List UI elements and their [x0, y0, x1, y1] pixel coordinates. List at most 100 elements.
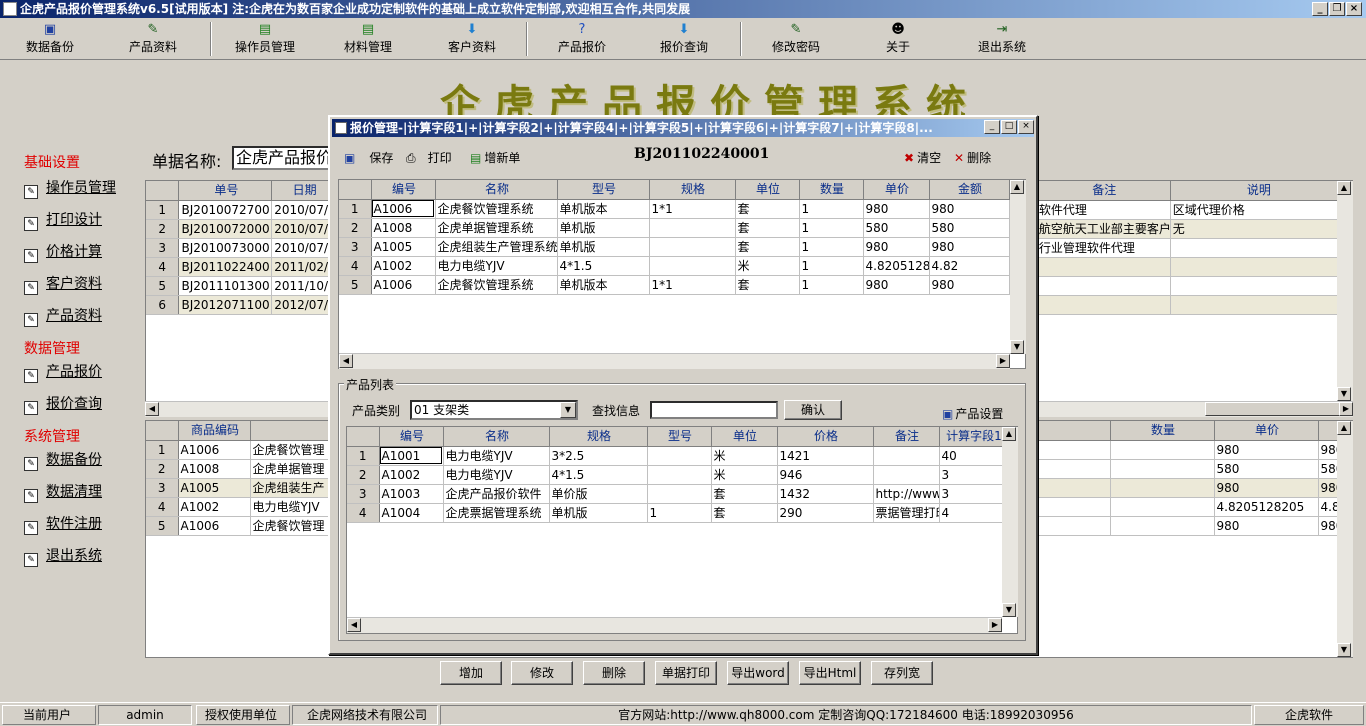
scroll-down-icon[interactable]: ▼ [1337, 643, 1351, 657]
dialog-save-button[interactable]: ▣ 保存 [344, 149, 393, 166]
col-header-date[interactable]: 日期 [271, 181, 337, 201]
toolbar-operator-button[interactable]: ▤ 操作员管理 [230, 20, 300, 58]
confirm-button[interactable]: 确认 [784, 400, 842, 420]
quote-lines-vscroll[interactable]: ▲ ▼ [1010, 180, 1026, 354]
col-header-code[interactable]: 商品编码 [178, 421, 251, 441]
doc-name-input[interactable]: 企虎产品报价 [232, 146, 332, 170]
status-license-label: 授权使用单位 [196, 705, 290, 725]
nav-item-backup[interactable]: ✎ 数据备份 [24, 449, 102, 471]
table-row[interactable]: 5 A1006 企虎餐饮管理系统 单机版本 1*1 套 1 980 980 [339, 275, 1010, 295]
scroll-up-icon[interactable]: ▲ [1337, 181, 1351, 195]
delete-button[interactable]: 删除 [583, 661, 645, 685]
toolbar-separator [526, 22, 528, 56]
dialog-new-button[interactable]: ▤ 增新单 [470, 149, 520, 166]
minimize-button[interactable]: _ [1312, 2, 1328, 16]
toolbar-password-button[interactable]: ✎ 修改密码 [768, 20, 824, 58]
col-header-amount[interactable]: 金额 [929, 180, 1010, 200]
scroll-down-icon[interactable]: ▼ [1010, 340, 1024, 354]
nav-item-print-design[interactable]: ✎ 打印设计 [24, 209, 102, 231]
nav-item-quote-query[interactable]: ✎ 报价查询 [24, 393, 102, 415]
dialog-minimize-button[interactable]: _ [984, 120, 1000, 134]
col-header-code[interactable]: 编号 [379, 427, 444, 447]
toolbar-customer-button[interactable]: ⬇ 客户资料 [444, 20, 500, 58]
table-row[interactable]: 3 A1005 企虎组装生产管理系统 单机版套 1 980 980 [339, 237, 1010, 257]
col-header-qty[interactable]: 数量 [1110, 421, 1215, 441]
dialog-delete-button[interactable]: ✕ 删除 [954, 149, 991, 166]
close-button[interactable]: × [1346, 2, 1362, 16]
print-doc-button[interactable]: 单据打印 [655, 661, 717, 685]
search-input[interactable] [650, 401, 778, 419]
product-settings-button[interactable]: ▣ 产品设置 [942, 405, 1003, 422]
export-word-button[interactable]: 导出word [727, 661, 789, 685]
category-select[interactable]: 01 支架类 ▼ [410, 400, 578, 420]
toolbar-material-button[interactable]: ▤ 材料管理 [340, 20, 396, 58]
col-header-remark[interactable]: 备注 [1036, 181, 1171, 201]
top-grid-vscroll[interactable]: ▲ ▼ [1337, 181, 1353, 401]
col-header-unit[interactable]: 单位 [735, 180, 800, 200]
col-header-desc[interactable]: 说明 [1170, 181, 1347, 201]
scroll-down-icon[interactable]: ▼ [1337, 387, 1351, 401]
nav-item-register[interactable]: ✎ 软件注册 [24, 513, 102, 535]
col-header-spec[interactable]: 规格 [549, 427, 648, 447]
nav-item-exit[interactable]: ✎ 退出系统 [24, 545, 102, 567]
col-header-price[interactable]: 单价 [863, 180, 930, 200]
toolbar-about-button[interactable]: ☻ 关于 [880, 20, 916, 58]
chevron-down-icon[interactable]: ▼ [560, 402, 576, 418]
col-header-code[interactable]: 编号 [371, 180, 436, 200]
dialog-maximize-button[interactable]: □ [1001, 120, 1017, 134]
restore-button[interactable]: ❐ [1329, 2, 1345, 16]
toolbar-exit-button[interactable]: ⇥ 退出系统 [974, 20, 1030, 58]
edit-button[interactable]: 修改 [511, 661, 573, 685]
scroll-right-icon[interactable]: ▶ [988, 618, 1002, 632]
nav-item-operator[interactable]: ✎ 操作员管理 [24, 177, 116, 199]
product-list-hscroll[interactable]: ◀ ▶ [347, 617, 1002, 633]
table-row[interactable]: 3 A1003 企虎产品报价软件 单价版套 1432 http://www. 3 [347, 484, 1008, 504]
toolbar-product-button[interactable]: ✎ 产品资料 [127, 20, 179, 58]
col-header-calc[interactable]: 计算字段1 [939, 427, 1008, 447]
nav-item-quote[interactable]: ✎ 产品报价 [24, 361, 102, 383]
scroll-left-icon[interactable]: ◀ [347, 618, 361, 632]
col-header-name[interactable]: 名称 [443, 427, 550, 447]
toolbar-backup-button[interactable]: ▣ 数据备份 [24, 20, 76, 58]
table-row[interactable]: 4A1004企虎票据管理系统单机版1套290票据管理打印4 [347, 503, 1008, 523]
nav-item-customer[interactable]: ✎ 客户资料 [24, 273, 102, 295]
col-header-model[interactable]: 型号 [647, 427, 712, 447]
table-row[interactable]: 1 A1006 企虎餐饮管理系统 单机版本 1*1 套 1 980 980 [339, 199, 1010, 219]
scroll-left-icon[interactable]: ◀ [339, 354, 353, 368]
bottom-grid-vscroll[interactable]: ▲ ▼ [1337, 421, 1353, 657]
col-header-no[interactable]: 单号 [178, 181, 273, 201]
save-column-width-button[interactable]: 存列宽 [871, 661, 933, 685]
table-row[interactable]: 2 A1008 企虎单据管理系统 单机版套 1 580 580 [339, 218, 1010, 238]
col-header-price[interactable]: 价格 [777, 427, 874, 447]
dialog-print-button[interactable]: ⎙ 打印 [406, 149, 452, 166]
col-header-qty[interactable]: 数量 [799, 180, 864, 200]
scroll-left-icon[interactable]: ◀ [145, 402, 159, 416]
nav-item-price-calc[interactable]: ✎ 价格计算 [24, 241, 102, 263]
scroll-right-icon[interactable]: ▶ [996, 354, 1010, 368]
col-header-price[interactable]: 单价 [1214, 421, 1319, 441]
product-list-vscroll[interactable]: ▲ ▼ [1002, 427, 1018, 617]
scroll-right-icon[interactable]: ▶ [1339, 402, 1353, 416]
table-row[interactable]: 4A1002电力电缆YJV4*1.5米14.820512824.82 [339, 256, 1010, 276]
add-button[interactable]: 增加 [440, 661, 502, 685]
export-html-button[interactable]: 导出Html [799, 661, 861, 685]
nav-item-cleanup[interactable]: ✎ 数据清理 [24, 481, 102, 503]
table-row[interactable]: 2 A1002 电力电缆YJV 4*1.5 米 946 3 [347, 465, 1008, 485]
scroll-up-icon[interactable]: ▲ [1002, 427, 1016, 441]
col-header-model[interactable]: 型号 [557, 180, 650, 200]
col-header-spec[interactable]: 规格 [649, 180, 736, 200]
scroll-up-icon[interactable]: ▲ [1010, 180, 1024, 194]
toolbar-quote-button[interactable]: ? 产品报价 [554, 20, 610, 58]
nav-item-product[interactable]: ✎ 产品资料 [24, 305, 102, 327]
quote-lines-hscroll[interactable]: ◀ ▶ [339, 353, 1010, 369]
table-row[interactable]: 1 A1001 电力电缆YJV 3*2.5 米 1421 40 [347, 446, 1008, 466]
col-header-name[interactable]: 名称 [435, 180, 558, 200]
toolbar-query-button[interactable]: ⬇ 报价查询 [656, 20, 712, 58]
scroll-thumb[interactable] [1205, 402, 1349, 416]
dialog-clear-button[interactable]: ✖ 清空 [904, 149, 941, 166]
col-header-remark[interactable]: 备注 [873, 427, 940, 447]
dialog-close-button[interactable]: × [1018, 120, 1034, 134]
scroll-up-icon[interactable]: ▲ [1337, 421, 1351, 435]
scroll-down-icon[interactable]: ▼ [1002, 603, 1016, 617]
col-header-unit[interactable]: 单位 [711, 427, 778, 447]
